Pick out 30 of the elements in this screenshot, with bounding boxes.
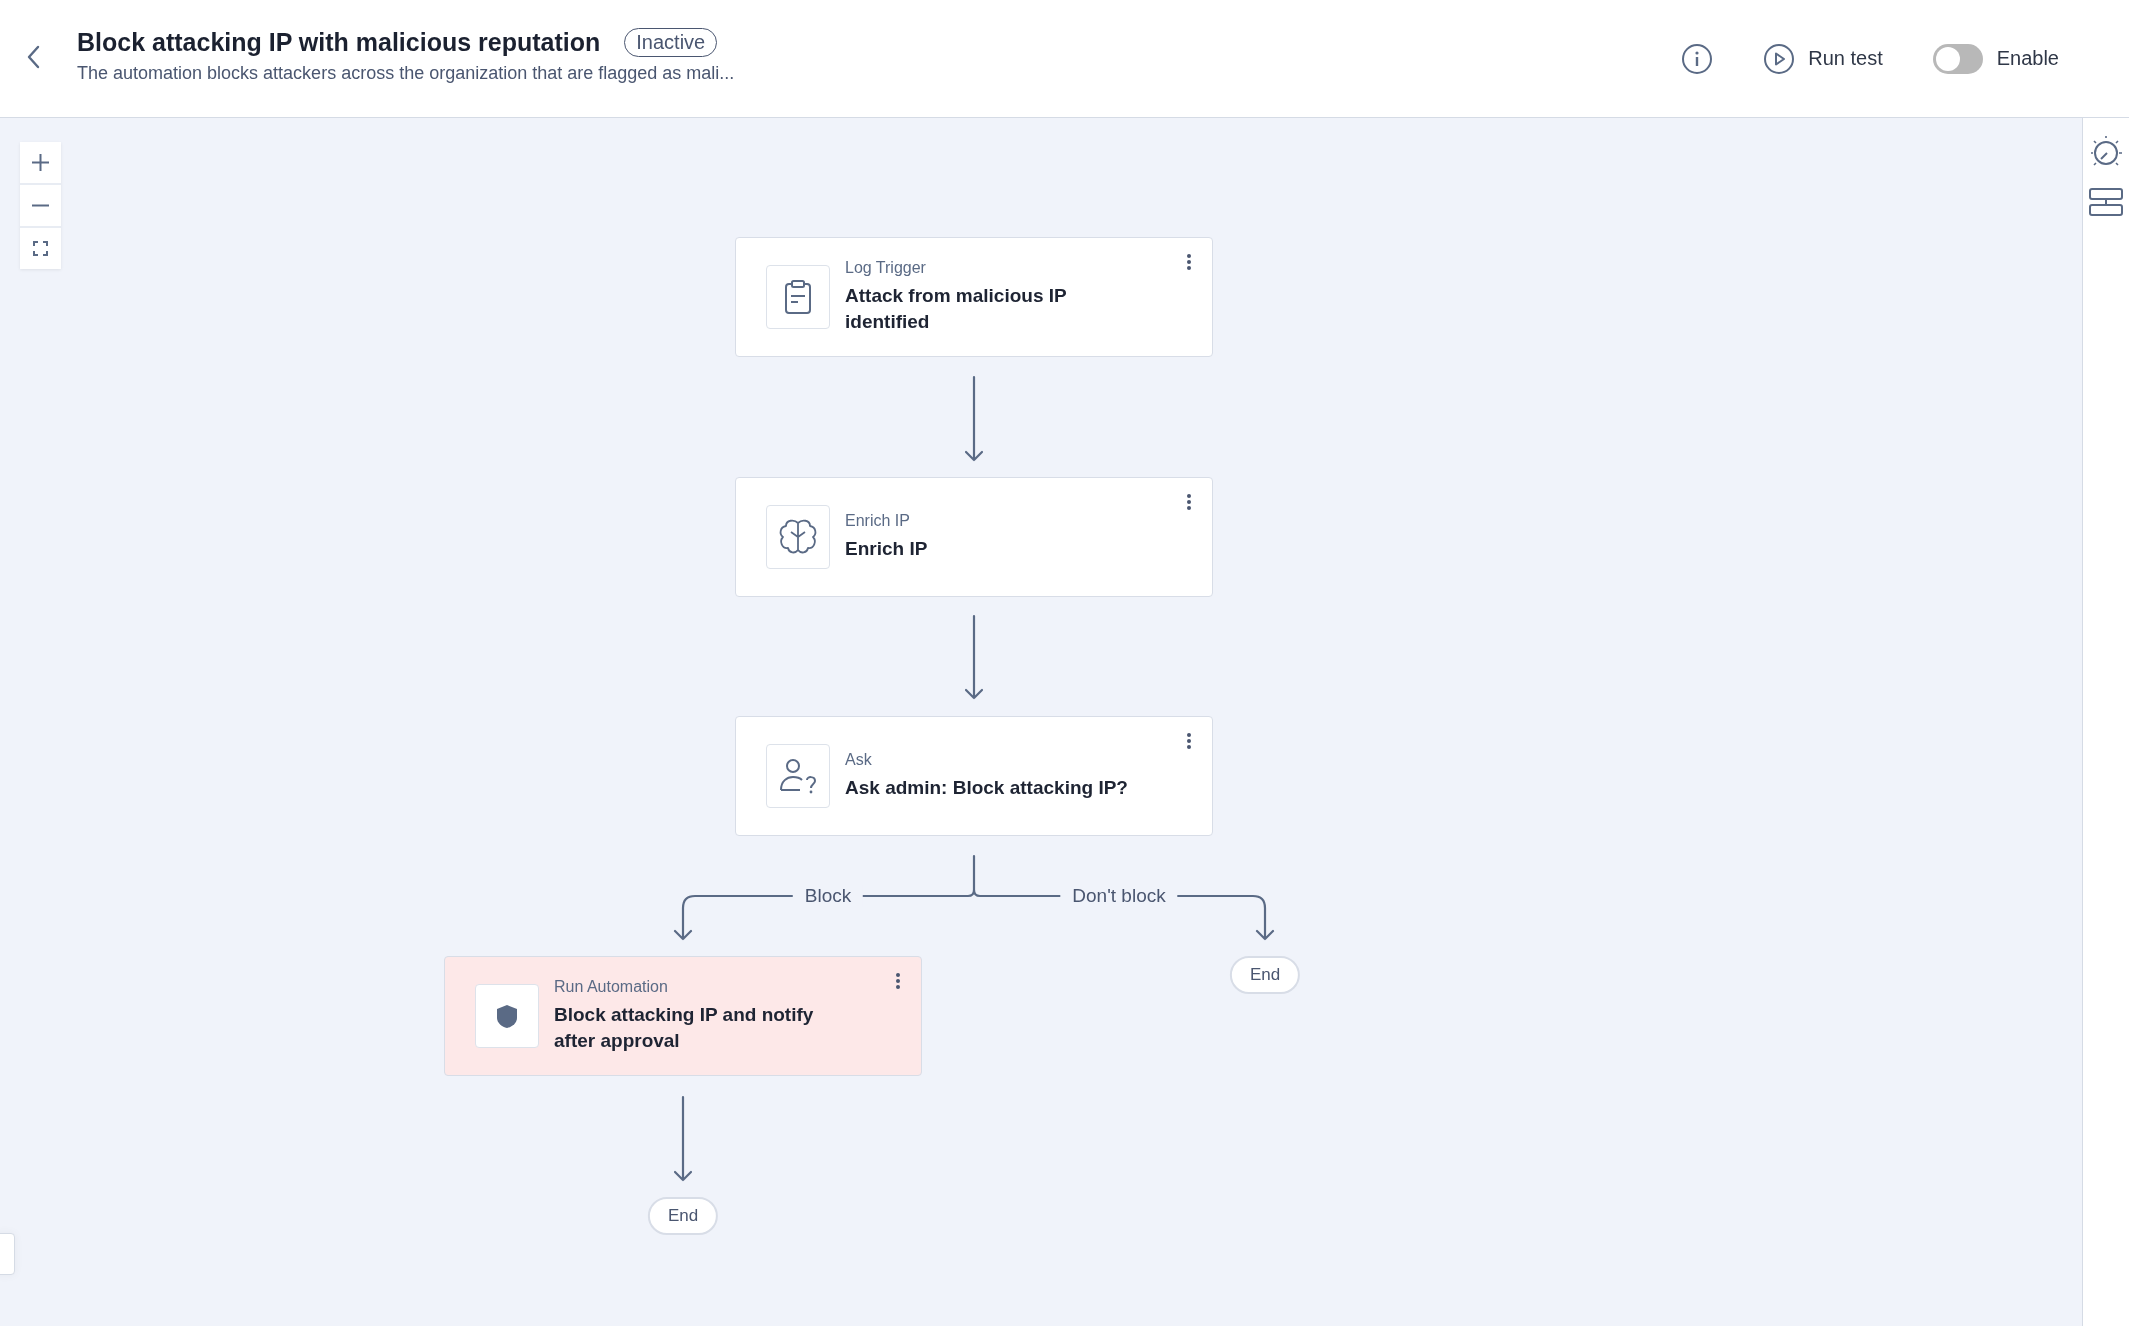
more-options-icon[interactable] — [1186, 253, 1192, 271]
flow-node-card[interactable]: Ask Ask admin: Block attacking IP? — [735, 716, 1213, 836]
node-title: Ask admin: Block attacking IP? — [845, 776, 1129, 801]
node-type: Enrich IP — [845, 512, 911, 531]
node-title: Block attacking IP and notify after approval — [554, 1003, 815, 1053]
node-type: Log Trigger — [845, 259, 927, 278]
zoom-in-icon[interactable] — [20, 142, 61, 183]
toggle-label: Enable — [1996, 47, 2059, 70]
end-node: End — [647, 1197, 719, 1235]
layout-icon[interactable] — [2088, 186, 2124, 218]
shield-icon — [495, 1003, 519, 1029]
back-icon[interactable] — [26, 44, 40, 69]
fit-screen-icon[interactable] — [20, 228, 61, 269]
node-title: Enrich IP — [845, 537, 929, 562]
flow-node-card[interactable]: Enrich IP Enrich IP — [735, 477, 1213, 597]
enable-toggle[interactable] — [1932, 43, 1983, 74]
node-title: Attack from malicious IP identified — [845, 284, 1068, 334]
end-node: End — [1229, 956, 1301, 994]
page-title: Block attacking IP with malicious reputation — [77, 27, 601, 57]
flow-node-card[interactable]: Run Automation Block attacking IP and notify after approval — [444, 956, 922, 1076]
more-options-icon[interactable] — [895, 972, 901, 990]
node-type: Run Automation — [554, 978, 669, 997]
page-description: The automation blocks attackers across the organization that are flagged as mali... — [77, 62, 735, 84]
flow-node-card[interactable]: Log Trigger Attack from malicious IP identified — [735, 237, 1213, 357]
run-test-button[interactable]: Run test — [1763, 42, 1883, 75]
info-icon[interactable] — [1681, 42, 1714, 75]
play-icon — [1763, 42, 1796, 75]
node-type: Ask — [845, 751, 873, 770]
more-options-icon[interactable] — [1186, 732, 1192, 750]
more-options-icon[interactable] — [1186, 493, 1192, 511]
